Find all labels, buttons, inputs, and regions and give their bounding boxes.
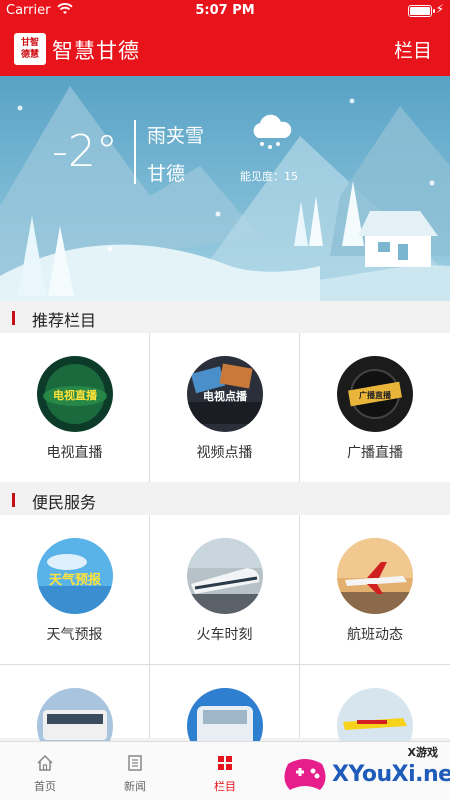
- sleet-cloud-icon: [248, 114, 294, 156]
- gamepad-logo-icon: [284, 759, 326, 790]
- vod-thumb-text: 电视点播: [203, 389, 248, 403]
- grid-item-tv-live[interactable]: 电视直播 电视直播: [0, 333, 149, 482]
- battery-icon: [408, 5, 435, 17]
- nav-bar: 甘智 德慧 智慧甘德 栏目: [0, 22, 450, 76]
- tab-label: 新闻: [124, 780, 146, 793]
- flight-thumbnail: [337, 538, 413, 614]
- weather-forecast-thumbnail: 天气预报: [37, 538, 113, 614]
- recommended-grid: 电视直播 电视直播 电视点播 视频点播 广播直播 广播直播: [0, 333, 450, 482]
- app-screen: Carrier 5:07 PM ⚡ 甘智 德慧 智慧甘德 栏目 -2° 雨夹雪 …: [0, 0, 450, 800]
- grid-item-flight-status[interactable]: 航班动态: [300, 515, 450, 664]
- weather-condition: 雨夹雪: [147, 125, 205, 147]
- services-grid: 天气预报 天气预报 火车时刻 航班动态: [0, 515, 450, 764]
- section-title: 推荐栏目: [32, 311, 97, 330]
- grid-item-train-schedule[interactable]: 火车时刻: [150, 515, 299, 664]
- status-bar: Carrier 5:07 PM ⚡: [0, 0, 450, 22]
- weather-thumb-text: 天气预报: [49, 572, 102, 588]
- grid-item-metro[interactable]: [150, 665, 299, 764]
- tv-live-thumbnail: 电视直播: [37, 356, 113, 432]
- app-logo: 甘智 德慧: [14, 33, 46, 65]
- radio-thumb-text: 广播直播: [359, 390, 392, 400]
- temperature-value: -2°: [52, 126, 118, 177]
- tab-home[interactable]: 首页: [0, 742, 90, 800]
- weather-city: 甘德: [147, 163, 186, 185]
- section-accent-bar: [12, 311, 15, 325]
- grid-item-label: 广播直播: [347, 445, 403, 461]
- charging-icon: ⚡: [435, 2, 444, 16]
- vod-thumbnail: 电视点播: [187, 356, 263, 432]
- section-header-recommended: 推荐栏目: [0, 301, 450, 333]
- tab-label: 栏目: [214, 780, 236, 793]
- home-icon: [36, 754, 54, 776]
- watermark-top-text: X游戏: [407, 746, 438, 759]
- grid-item-weather-forecast[interactable]: 天气预报 天气预报: [0, 515, 149, 664]
- weather-divider: [134, 120, 136, 184]
- site-watermark: X游戏 XYouXi.net: [278, 742, 450, 800]
- tab-columns[interactable]: 栏目: [180, 742, 270, 800]
- grid-item-label: 航班动态: [347, 627, 403, 643]
- grid-item-radio-live[interactable]: 广播直播 广播直播: [300, 333, 450, 482]
- grid-icon: [216, 754, 234, 776]
- grid-item-bus[interactable]: [0, 665, 149, 764]
- visibility-label: 能见度：15: [240, 170, 298, 183]
- grid-item-label: 视频点播: [196, 445, 253, 461]
- weather-banner[interactable]: -2° 雨夹雪 甘德 能见度：15: [0, 76, 450, 301]
- watermark-main-text: XYouXi.net: [332, 762, 450, 787]
- grid-item-express[interactable]: [300, 665, 450, 764]
- grid-item-vod[interactable]: 电视点播 视频点播: [150, 333, 299, 482]
- tab-news[interactable]: 新闻: [90, 742, 180, 800]
- logo-text: 甘智 德慧: [20, 38, 39, 60]
- section-accent-bar: [12, 493, 15, 507]
- grid-item-label: 电视直播: [46, 445, 103, 461]
- radio-live-thumbnail: 广播直播: [337, 356, 413, 432]
- columns-button[interactable]: 栏目: [394, 36, 432, 63]
- section-header-services: 便民服务: [0, 483, 450, 515]
- train-thumbnail: [187, 538, 263, 614]
- status-time: 5:07 PM: [195, 3, 255, 18]
- grid-item-label: 火车时刻: [196, 627, 253, 643]
- page-title: 智慧甘德: [52, 39, 140, 63]
- weather-scene-illustration: [0, 86, 450, 301]
- section-title: 便民服务: [32, 493, 97, 512]
- news-icon: [126, 754, 144, 776]
- grid-item-label: 天气预报: [46, 627, 103, 643]
- tab-label: 首页: [34, 780, 56, 793]
- tv-live-thumb-text: 电视直播: [53, 388, 98, 402]
